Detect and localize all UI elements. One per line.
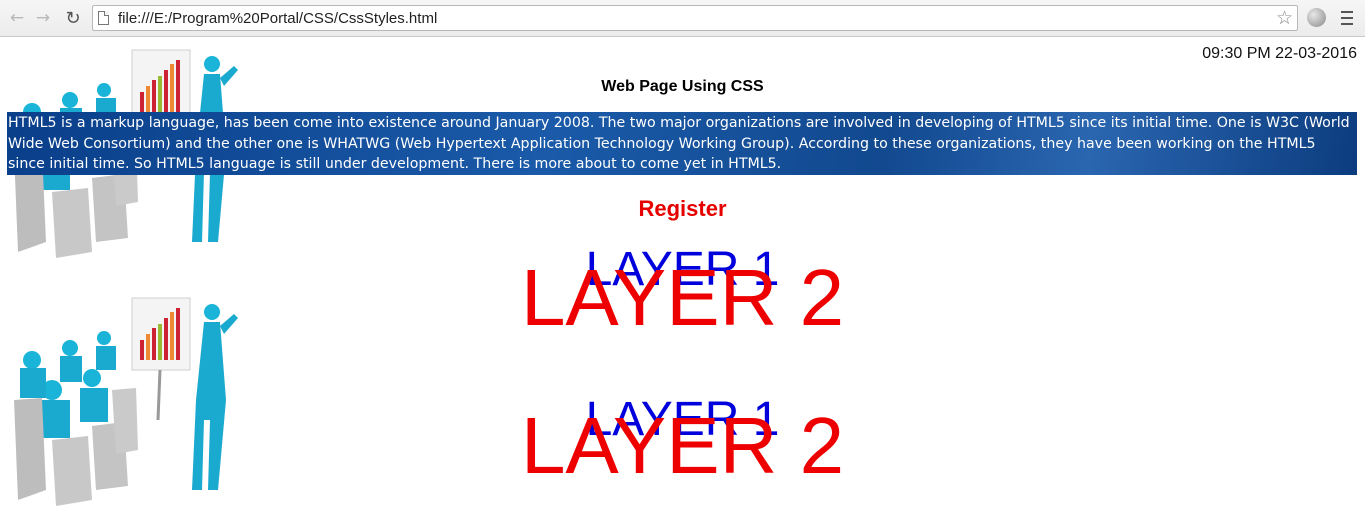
datetime-display: 09:30 PM 22-03-2016 [1202, 45, 1357, 62]
forward-arrow-icon[interactable]: → [32, 7, 54, 29]
register-heading: Register [638, 196, 727, 221]
back-arrow-icon[interactable]: ← [6, 7, 28, 29]
star-icon[interactable]: ☆ [1276, 7, 1293, 29]
page-title: Web Page Using CSS [601, 78, 764, 95]
browser-toolbar: ← → ↻ file:///E:/Program%20Portal/CSS/Cs… [0, 0, 1365, 37]
extension-icon[interactable] [1307, 8, 1326, 27]
page-icon [98, 11, 109, 25]
layer-2-text: LAYER 2 [520, 401, 845, 490]
url-text[interactable]: file:///E:/Program%20Portal/CSS/CssStyle… [118, 10, 437, 27]
html5-paragraph: HTML5 is a markup language, has been com… [7, 112, 1357, 175]
reload-icon[interactable]: ↻ [62, 7, 84, 29]
layer-2-text: LAYER 2 [520, 253, 845, 342]
address-bar[interactable]: file:///E:/Program%20Portal/CSS/CssStyle… [92, 5, 1298, 31]
hamburger-menu-icon[interactable] [1339, 8, 1355, 28]
